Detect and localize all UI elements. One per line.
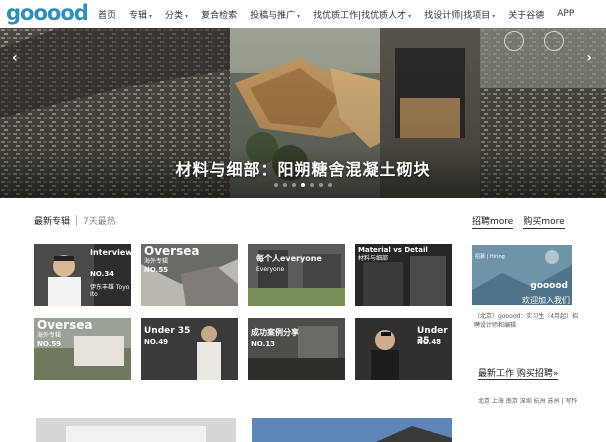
carousel-dot[interactable] bbox=[292, 183, 296, 187]
nav-item-label: 关于谷德 bbox=[508, 10, 545, 21]
job-city-list[interactable]: 北京 上海 南京 深圳 杭州 苏州 | 写作 bbox=[478, 397, 577, 406]
carousel-dot[interactable] bbox=[283, 183, 287, 187]
tab-buy[interactable]: 购买more bbox=[523, 214, 565, 229]
hero-carousel[interactable]: ‹ › 材料与细部：阳朔糖舍混凝土砌块 bbox=[0, 28, 606, 198]
chevron-down-icon: ▾ bbox=[408, 12, 412, 20]
tab-divider bbox=[76, 215, 78, 226]
nav-item[interactable]: 首页 bbox=[98, 8, 116, 21]
hero-control-icon[interactable] bbox=[544, 31, 564, 51]
nav-item-label: APP bbox=[557, 9, 575, 19]
tab-weekly-hot[interactable]: 7天最热 bbox=[83, 214, 116, 227]
album-subtitle: 伊东丰雄 Toyo Ito bbox=[90, 284, 130, 298]
album-subtitle: 材料与细部 bbox=[358, 255, 389, 262]
album-title: Oversea bbox=[144, 244, 200, 258]
album-thumbnail[interactable]: Oversea 海外专辑 NO.59 bbox=[34, 318, 131, 380]
sidebar-tabs: 招聘more 购买more bbox=[472, 214, 565, 229]
album-number: NO.59 bbox=[37, 340, 62, 348]
carousel-dots bbox=[0, 183, 606, 187]
album-thumbnail[interactable]: 每个人everyone Everyone bbox=[248, 244, 345, 306]
album-subtitle: Everyone bbox=[256, 266, 285, 273]
latest-jobs-heading[interactable]: 最新工作 购买招聘» bbox=[478, 366, 559, 380]
album-number: NO.55 bbox=[144, 266, 169, 274]
tab-latest-albums[interactable]: 最新专辑 bbox=[34, 214, 70, 227]
album-title: Interview bbox=[90, 248, 131, 257]
chevron-down-icon: ▾ bbox=[185, 12, 189, 20]
album-thumbnail[interactable]: Interview NO.34 伊东丰雄 Toyo Ito bbox=[34, 244, 131, 306]
nav-item-label: 分类 bbox=[165, 10, 184, 21]
album-thumbnail[interactable]: Under 35 NO.49 bbox=[141, 318, 238, 380]
album-thumbnail[interactable]: Oversea 海外专辑 NO.55 bbox=[141, 244, 238, 306]
album-number: NO.13 bbox=[251, 340, 276, 348]
nav-item-label: 找设计师|找项目 bbox=[424, 10, 491, 21]
preview-image bbox=[252, 418, 452, 442]
hero-control-icon[interactable] bbox=[504, 31, 524, 51]
preview-image bbox=[36, 418, 236, 442]
album-title: Material vs Detail bbox=[358, 246, 428, 254]
album-number: NO.48 bbox=[417, 338, 442, 346]
album-number: NO.49 bbox=[144, 338, 169, 346]
nav-item[interactable]: APP bbox=[557, 9, 574, 19]
nav-item[interactable]: 关于谷德 bbox=[508, 8, 544, 21]
nav-item[interactable]: 分类 ▾ bbox=[165, 8, 188, 21]
tab-jobs[interactable]: 招聘more bbox=[472, 214, 514, 229]
carousel-dot[interactable] bbox=[274, 183, 278, 187]
nav-item-label: 专辑 bbox=[129, 10, 148, 21]
carousel-dot[interactable] bbox=[328, 183, 332, 187]
album-title: 每个人everyone bbox=[256, 254, 322, 263]
album-title: Oversea bbox=[37, 318, 93, 332]
banner-tag: 招募 | Hiring bbox=[475, 254, 505, 260]
top-navigation-bar: gooood 首页 专辑 ▾ 分类 ▾ 复合检索 投稿与推广 ▾ 找优质工作|找优质人才 ▾ 找设计… bbox=[0, 0, 606, 28]
nav-item-label: 投稿与推广 bbox=[250, 10, 296, 21]
nav-item[interactable]: 专辑 ▾ bbox=[129, 8, 152, 21]
album-thumbnail[interactable]: 成功案例分享 NO.13 bbox=[248, 318, 345, 380]
chevron-down-icon: ▾ bbox=[149, 12, 153, 20]
nav-item-label: 复合检索 bbox=[201, 10, 238, 21]
hiring-banner[interactable]: 招募 | Hiring gooood 欢迎加入我们 bbox=[472, 245, 572, 305]
chevron-down-icon: ▾ bbox=[492, 12, 496, 20]
carousel-dot[interactable] bbox=[301, 183, 305, 187]
carousel-dot[interactable] bbox=[319, 183, 323, 187]
main-nav: 首页 专辑 ▾ 分类 ▾ 复合检索 投稿与推广 ▾ 找优质工作|找优质人才 ▾ 找设计师|找项目 ▾ 关… bbox=[98, 0, 587, 28]
nav-item-label: 找优质工作|找优质人才 bbox=[313, 10, 407, 21]
latest-jobs-label: 最新工作 购买招聘» bbox=[478, 369, 559, 380]
chevron-down-icon: ▾ bbox=[297, 12, 301, 20]
carousel-next-arrow-icon[interactable]: › bbox=[586, 50, 592, 66]
site-logo[interactable]: gooood bbox=[6, 1, 89, 25]
album-number: NO.34 bbox=[90, 270, 115, 278]
album-thumbnail[interactable]: Under 35 NO.48 bbox=[355, 318, 452, 380]
nav-item[interactable]: 投稿与推广 ▾ bbox=[250, 8, 300, 21]
album-title: 成功案例分享 bbox=[251, 328, 299, 337]
album-subtitle: 海外专辑 bbox=[37, 332, 62, 339]
album-title: Under 35 bbox=[144, 326, 191, 336]
banner-text: 欢迎加入我们 bbox=[522, 296, 570, 305]
article-preview[interactable] bbox=[252, 418, 452, 442]
hero-caption[interactable]: 材料与细部：阳朔糖舍混凝土砌块 bbox=[0, 156, 606, 180]
nav-item-label: 首页 bbox=[98, 10, 117, 21]
article-preview[interactable] bbox=[36, 418, 236, 442]
banner-caption[interactable]: （北京）gooood：实习生（4月起）招聘设计师和编辑 bbox=[474, 312, 584, 330]
album-tabs: 最新专辑 7天最热 bbox=[34, 214, 116, 227]
nav-item[interactable]: 找优质工作|找优质人才 ▾ bbox=[313, 8, 411, 21]
carousel-dot[interactable] bbox=[310, 183, 314, 187]
carousel-prev-arrow-icon[interactable]: ‹ bbox=[12, 50, 18, 66]
album-thumbnail[interactable]: Material vs Detail 材料与细部 bbox=[355, 244, 452, 306]
album-grid: Interview NO.34 伊东丰雄 Toyo Ito Oversea 海外… bbox=[34, 244, 454, 380]
nav-item[interactable]: 找设计师|找项目 ▾ bbox=[424, 8, 495, 21]
nav-item[interactable]: 复合检索 bbox=[201, 8, 237, 21]
album-subtitle: 海外专辑 bbox=[144, 258, 169, 265]
banner-brand: gooood bbox=[530, 281, 568, 291]
